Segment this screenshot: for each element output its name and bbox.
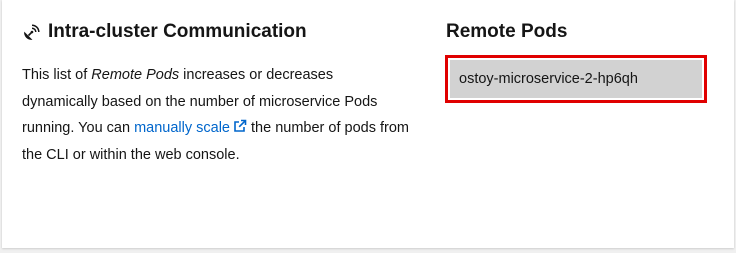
section-description: This list of Remote Pods increases or de… (22, 62, 412, 168)
intra-cluster-card: Intra-cluster Communication This list of… (2, 0, 734, 248)
remote-pods-section: Remote Pods ostoy-microservice-2-hp6qh (445, 18, 716, 103)
remote-pod-item[interactable]: ostoy-microservice-2-hp6qh (450, 60, 702, 98)
satellite-dish-icon (22, 23, 40, 41)
remote-pods-title: Remote Pods (446, 21, 568, 42)
manually-scale-link-label: manually scale (134, 120, 230, 136)
remote-pods-list: ostoy-microservice-2-hp6qh (445, 55, 707, 103)
section-heading: Intra-cluster Communication (22, 18, 412, 46)
description-text-1: This list of (22, 67, 92, 83)
description-emphasis: Remote Pods (91, 67, 180, 83)
external-link-icon (233, 116, 247, 132)
section-title: Intra-cluster Communication (48, 21, 307, 42)
intra-cluster-section: Intra-cluster Communication This list of… (22, 18, 412, 168)
manually-scale-link[interactable]: manually scale (134, 119, 247, 136)
